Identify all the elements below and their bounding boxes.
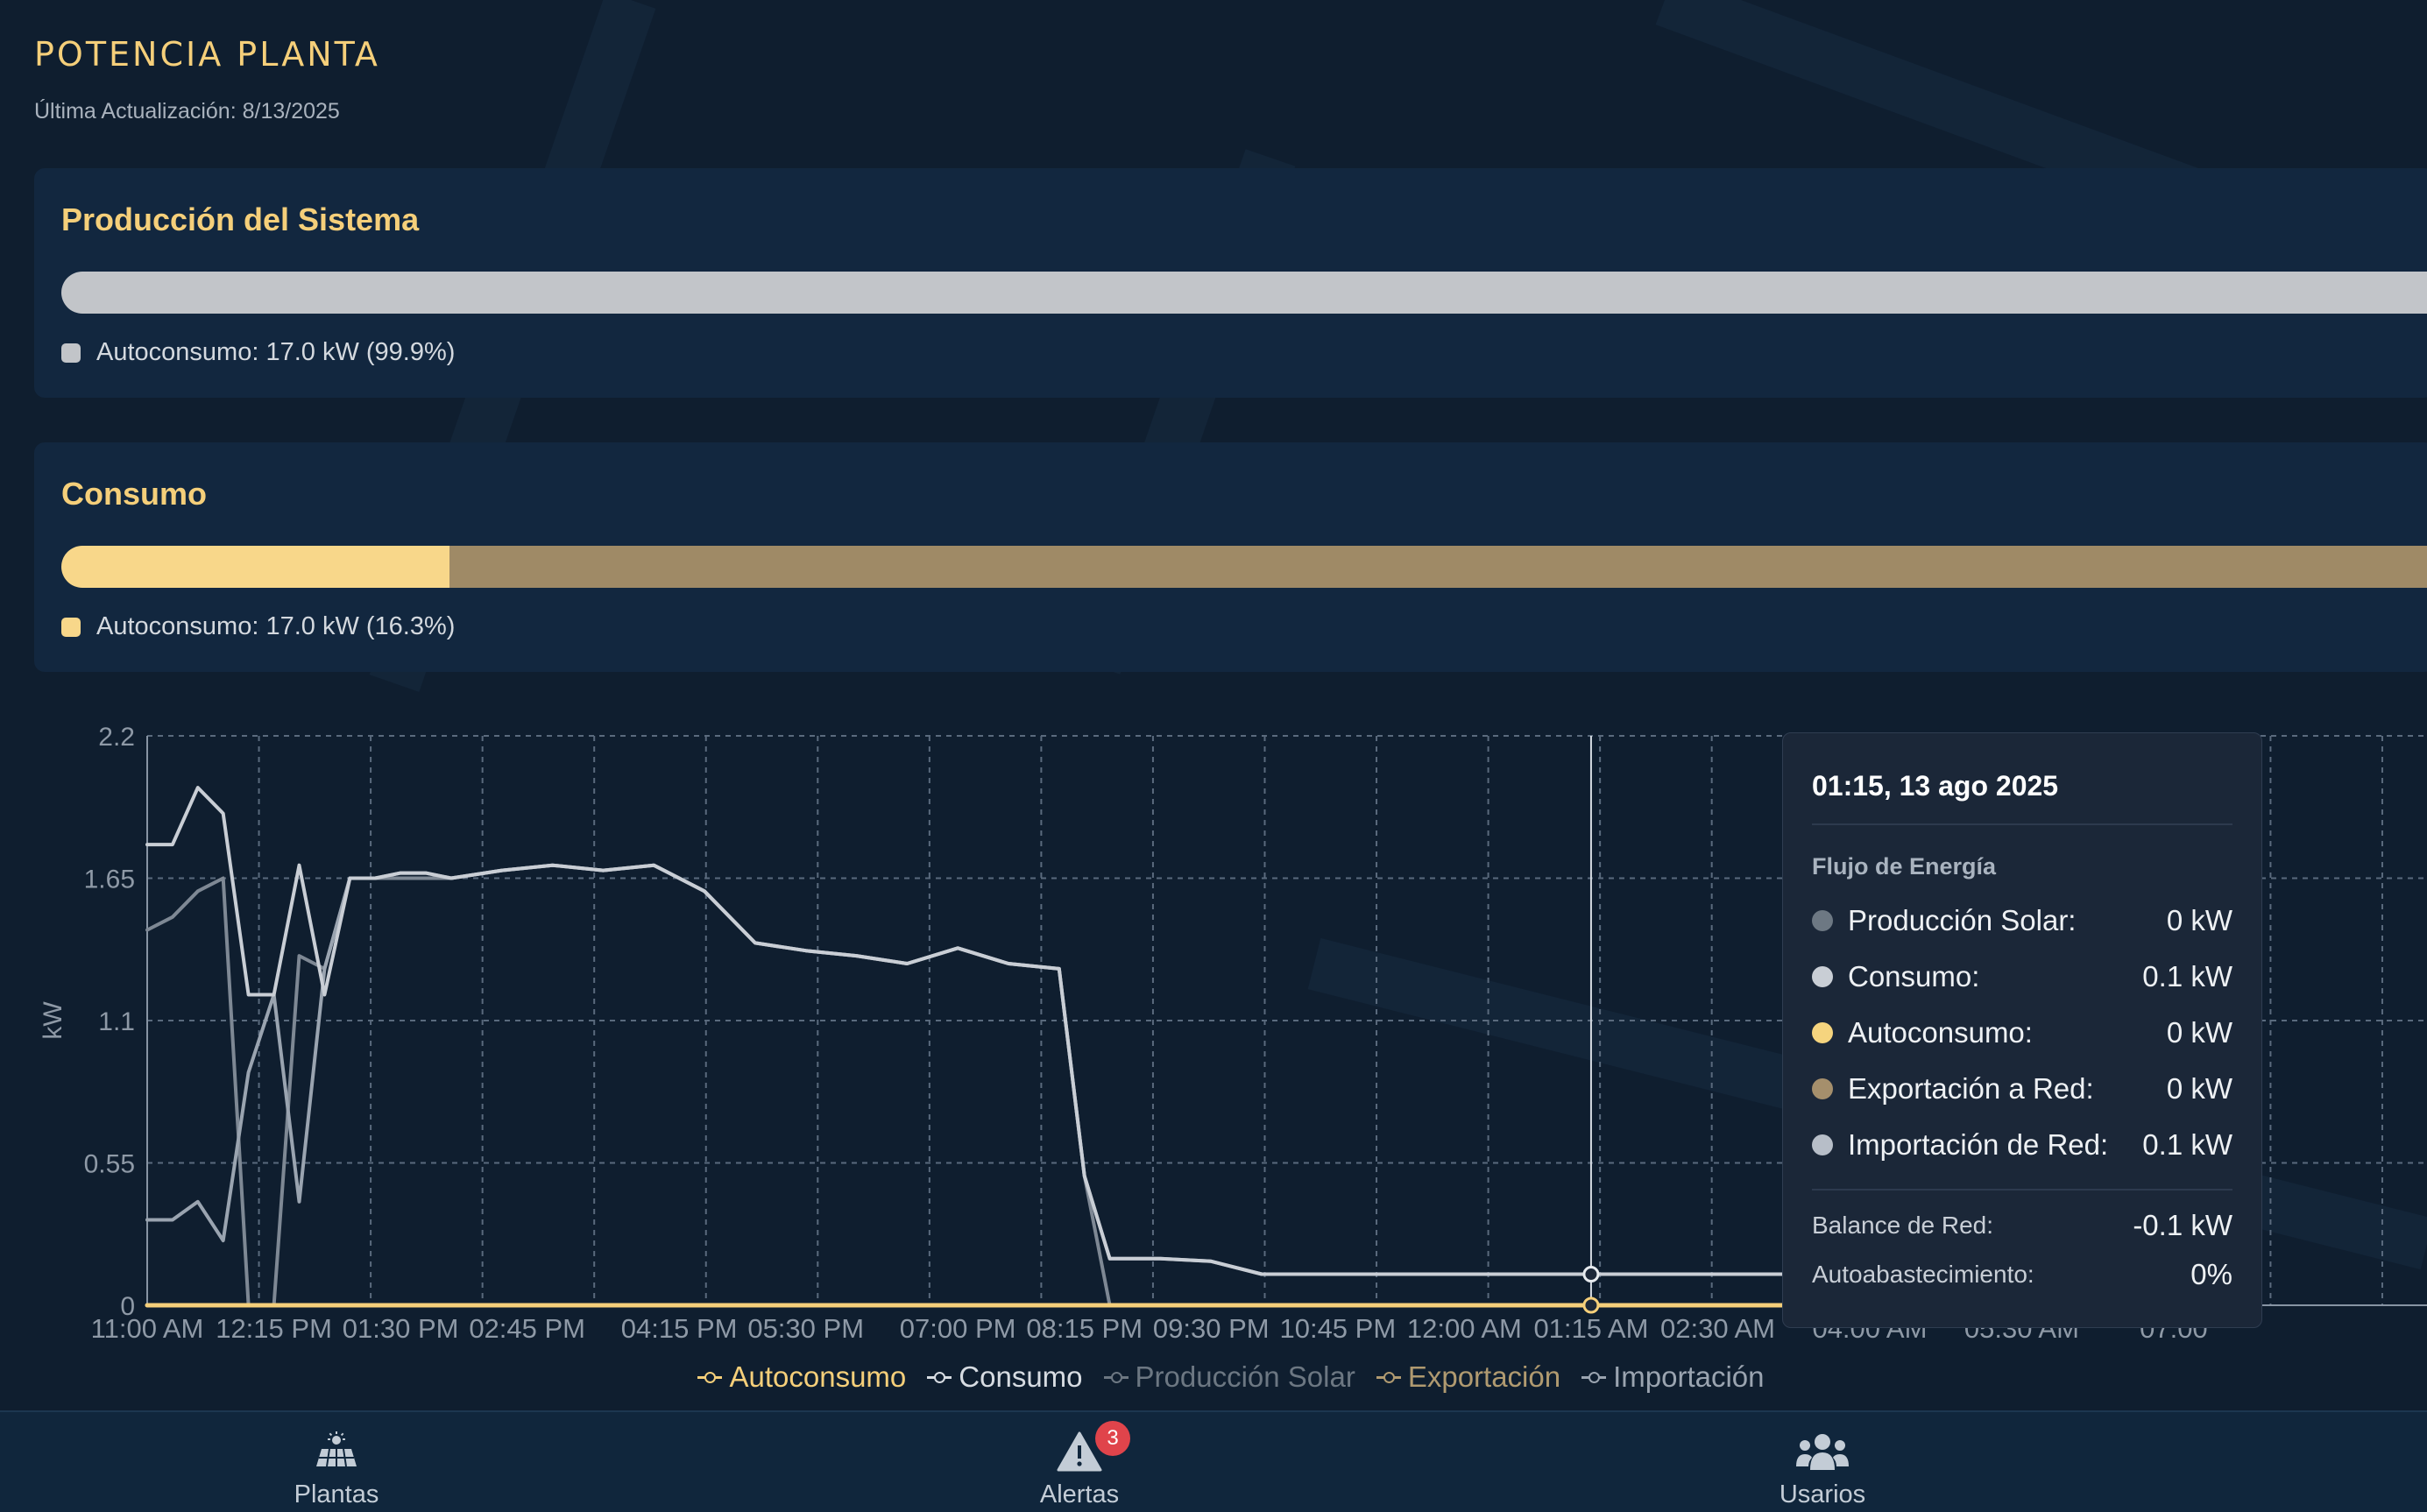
y-tick-label: 2.2 — [98, 723, 135, 752]
alert-count-badge: 3 — [1095, 1421, 1130, 1456]
tooltip-row-value: 0 kW — [2166, 1072, 2232, 1105]
tooltip-row-dot — [1812, 1022, 1833, 1043]
x-tick-label: 11:00 AM — [91, 1313, 204, 1344]
legend-marker-icon — [1103, 1371, 1129, 1383]
legend-marker-icon — [1376, 1371, 1401, 1383]
chart-legend: Autoconsumo Consumo Producción Solar Export… — [0, 1360, 2427, 1394]
tooltip-row-label: Importación de Red: — [1848, 1128, 2109, 1161]
tooltip-row: Exportación a Red: 0 kW — [1812, 1061, 2232, 1117]
x-tick-label: 02:30 AM — [1660, 1313, 1775, 1344]
consumption-card-title: Consumo — [61, 476, 207, 512]
nav-alertas-label: Alertas — [1039, 1480, 1120, 1508]
x-tick-label: 10:45 PM — [1279, 1313, 1396, 1344]
consumption-legend-label: Autoconsumo: 17.0 kW (16.3%) — [96, 612, 456, 640]
legend-item-producci-n-solar[interactable]: Producción Solar — [1103, 1360, 1355, 1394]
production-card-title: Producción del Sistema — [61, 201, 420, 237]
users-icon — [1796, 1434, 1849, 1470]
tooltip-autoabastecimiento-row: Autoabastecimiento: 0% — [1812, 1250, 2232, 1299]
last-update-text: Última Actualización: 8/13/2025 — [34, 99, 340, 124]
production-card: Producción del Sistema Autoconsumo: 17.0… — [34, 168, 2427, 398]
crosshair-point — [1582, 1266, 1600, 1283]
legend-item-label: Consumo — [959, 1360, 1083, 1393]
x-tick-label: 07:00 PM — [900, 1313, 1016, 1344]
consumption-bar-autoconsumo-segment — [61, 546, 450, 588]
tooltip-row-value: 0.1 kW — [2142, 1128, 2232, 1161]
tooltip-row: Importación de Red: 0.1 kW — [1812, 1117, 2232, 1173]
tooltip-row: Producción Solar: 0 kW — [1812, 893, 2232, 949]
consumption-bar-import-segment — [449, 546, 2427, 588]
legend-marker-icon — [697, 1371, 723, 1383]
legend-item-autoconsumo[interactable]: Autoconsumo — [697, 1360, 906, 1394]
consumption-card: Consumo Autoconsumo: 17.0 kW (16.3%) — [34, 442, 2427, 672]
x-tick-label: 12:00 AM — [1407, 1313, 1522, 1344]
production-legend-swatch — [61, 343, 81, 363]
production-legend: Autoconsumo: 17.0 kW (99.9%) — [61, 338, 455, 367]
legend-marker-icon — [1581, 1371, 1607, 1383]
consumption-legend: Autoconsumo: 17.0 kW (16.3%) — [61, 612, 455, 641]
tooltip-date: 01:15, 13 ago 2025 — [1812, 770, 2059, 802]
legend-item-label: Autoconsumo — [729, 1360, 907, 1393]
nav-usuarios-label: Usarios — [1779, 1480, 1866, 1508]
tooltip-divider — [1812, 1189, 2232, 1191]
tooltip-row-label: Producción Solar: — [1848, 904, 2077, 936]
legend-item-exportaci-n[interactable]: Exportación — [1376, 1360, 1560, 1394]
tooltip-autoabastecimiento-value: 0% — [2190, 1258, 2232, 1290]
consumption-bar — [61, 546, 2427, 588]
tooltip-row-dot — [1812, 1134, 1833, 1155]
production-bar-autoconsumo-segment — [61, 272, 2427, 314]
tooltip-row-value: 0 kW — [2166, 1016, 2232, 1049]
legend-item-importaci-n[interactable]: Importación — [1581, 1360, 1765, 1394]
y-tick-label: 1.1 — [98, 1007, 135, 1036]
nav-plantas-label: Plantas — [294, 1480, 379, 1508]
legend-marker-icon — [927, 1371, 952, 1383]
x-tick-label: 01:15 AM — [1533, 1313, 1648, 1344]
tooltip-row: Consumo: 0.1 kW — [1812, 949, 2232, 1005]
y-tick-label: 1.65 — [84, 866, 135, 894]
legend-item-label: Producción Solar — [1135, 1360, 1355, 1393]
tooltip-divider — [1812, 823, 2232, 825]
legend-item-consumo[interactable]: Consumo — [927, 1360, 1083, 1394]
tooltip-row-dot — [1812, 910, 1833, 931]
x-tick-label: 04:15 PM — [621, 1313, 738, 1344]
tooltip-section-title: Flujo de Energía — [1812, 853, 1997, 880]
tooltip-balance-row: Balance de Red: -0.1 kW — [1812, 1201, 2232, 1250]
tooltip-autoabastecimiento-label: Autoabastecimiento: — [1812, 1261, 2034, 1288]
chart-tooltip: 01:15, 13 ago 2025 Flujo de Energía Prod… — [1782, 732, 2262, 1328]
tooltip-row-value: 0.1 kW — [2142, 960, 2232, 993]
y-tick-label: 0.55 — [84, 1150, 135, 1179]
tooltip-rows: Producción Solar: 0 kW Consumo: 0.1 kW Autoc… — [1812, 893, 2232, 1173]
solar-panel-icon — [316, 1431, 357, 1467]
tooltip-row-dot — [1812, 966, 1833, 987]
tooltip-balance-label: Balance de Red: — [1812, 1212, 1994, 1239]
tooltip-row-value: 0 kW — [2166, 904, 2232, 936]
crosshair-point — [1582, 1297, 1600, 1314]
x-tick-label: 12:15 PM — [216, 1313, 332, 1344]
app-title: POTENCIA PLANTA — [34, 35, 380, 74]
nav-usuarios[interactable]: Usarios — [1717, 1412, 1928, 1512]
y-axis-label: kW — [39, 1001, 67, 1040]
tooltip-row-label: Exportación a Red: — [1848, 1072, 2094, 1105]
consumption-legend-swatch — [61, 617, 81, 637]
x-tick-label: 09:30 PM — [1153, 1313, 1270, 1344]
x-tick-label: 08:15 PM — [1026, 1313, 1143, 1344]
legend-item-label: Importación — [1613, 1360, 1765, 1393]
x-tick-label: 05:30 PM — [747, 1313, 864, 1344]
tooltip-row-label: Consumo: — [1848, 960, 1980, 993]
legend-item-label: Exportación — [1407, 1360, 1561, 1393]
tooltip-balance-value: -0.1 kW — [2133, 1209, 2232, 1241]
production-bar — [61, 272, 2427, 314]
nav-alertas[interactable]: 3 Alertas — [974, 1412, 1185, 1512]
bottom-navigation: Plantas 3 Alertas Usarios — [0, 1410, 2427, 1512]
tooltip-row-label: Autoconsumo: — [1848, 1016, 2033, 1049]
x-tick-label: 01:30 PM — [343, 1313, 459, 1344]
tooltip-row-dot — [1812, 1078, 1833, 1099]
nav-plantas[interactable]: Plantas — [231, 1412, 442, 1512]
tooltip-row: Autoconsumo: 0 kW — [1812, 1005, 2232, 1061]
x-tick-label: 02:45 PM — [469, 1313, 585, 1344]
production-legend-label: Autoconsumo: 17.0 kW (99.9%) — [96, 338, 456, 366]
